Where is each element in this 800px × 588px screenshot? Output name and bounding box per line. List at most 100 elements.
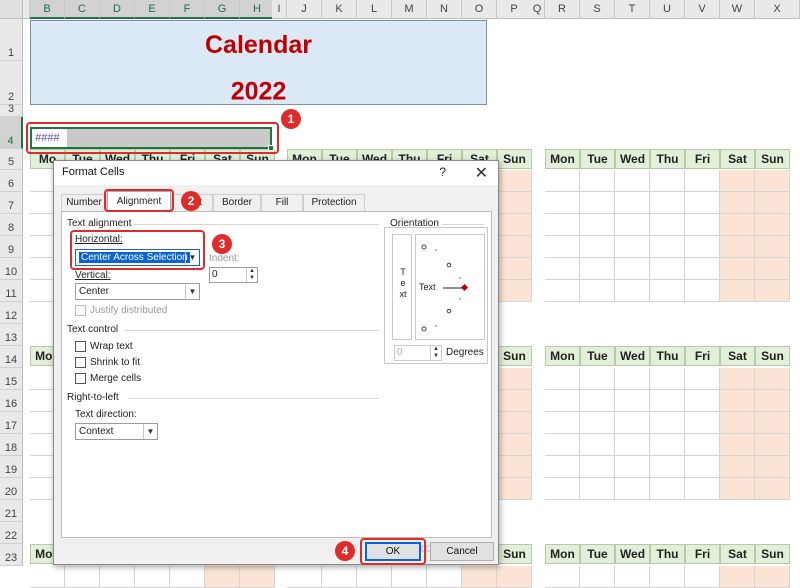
row-header-7[interactable]: 7 bbox=[0, 192, 23, 214]
date-cell[interactable] bbox=[615, 170, 650, 192]
date-cell[interactable] bbox=[685, 434, 720, 456]
date-cell[interactable] bbox=[615, 566, 650, 588]
degrees-spinner[interactable]: 0 ▲ ▼ bbox=[394, 345, 442, 361]
spin-up-icon[interactable]: ▲ bbox=[430, 346, 441, 353]
date-cell[interactable] bbox=[720, 214, 755, 236]
date-cell[interactable] bbox=[497, 258, 532, 280]
row-header-19[interactable]: 19 bbox=[0, 456, 23, 478]
date-cell[interactable] bbox=[650, 566, 685, 588]
row-header-14[interactable]: 14 bbox=[0, 346, 23, 368]
date-cell[interactable] bbox=[322, 566, 357, 588]
date-cell[interactable] bbox=[650, 280, 685, 302]
column-header-w[interactable]: W bbox=[720, 0, 755, 19]
date-cell[interactable] bbox=[755, 236, 790, 258]
date-cell[interactable] bbox=[580, 258, 615, 280]
row-header-8[interactable]: 8 bbox=[0, 214, 23, 236]
row-header-12[interactable]: 12 bbox=[0, 302, 23, 324]
date-cell[interactable] bbox=[545, 258, 580, 280]
date-cell[interactable] bbox=[650, 192, 685, 214]
date-cell[interactable] bbox=[615, 192, 650, 214]
wrap-text-checkbox[interactable] bbox=[75, 341, 86, 352]
date-cell[interactable] bbox=[580, 170, 615, 192]
date-cell[interactable] bbox=[497, 434, 532, 456]
date-cell[interactable] bbox=[615, 456, 650, 478]
date-cell[interactable] bbox=[755, 258, 790, 280]
column-header-r[interactable]: R bbox=[545, 0, 580, 19]
column-header-e[interactable]: E bbox=[135, 0, 170, 19]
column-header-f[interactable]: F bbox=[170, 0, 205, 19]
date-cell[interactable] bbox=[392, 566, 427, 588]
row-header-13[interactable]: 13 bbox=[0, 324, 23, 346]
date-cell[interactable] bbox=[755, 192, 790, 214]
row-header-18[interactable]: 18 bbox=[0, 434, 23, 456]
date-cell[interactable] bbox=[650, 170, 685, 192]
tab-protection[interactable]: Protection bbox=[303, 194, 365, 211]
row-header-20[interactable]: 20 bbox=[0, 478, 23, 500]
date-cell[interactable] bbox=[580, 280, 615, 302]
date-cell[interactable] bbox=[615, 258, 650, 280]
date-cell[interactable] bbox=[497, 390, 532, 412]
date-cell[interactable] bbox=[650, 456, 685, 478]
row-header-1[interactable]: 1 bbox=[0, 19, 23, 61]
date-cell[interactable] bbox=[615, 214, 650, 236]
spin-down-icon[interactable]: ▼ bbox=[430, 353, 441, 360]
spin-up-icon[interactable]: ▲ bbox=[246, 268, 257, 275]
date-cell[interactable] bbox=[497, 192, 532, 214]
close-icon[interactable]: ✕ bbox=[475, 163, 488, 183]
date-cell[interactable] bbox=[615, 412, 650, 434]
merge-cells-checkbox[interactable] bbox=[75, 373, 86, 384]
date-cell[interactable] bbox=[615, 478, 650, 500]
column-header-d[interactable]: D bbox=[100, 0, 135, 19]
date-cell[interactable] bbox=[545, 236, 580, 258]
date-cell[interactable] bbox=[720, 434, 755, 456]
date-cell[interactable] bbox=[755, 280, 790, 302]
date-cell[interactable] bbox=[615, 368, 650, 390]
row-header-11[interactable]: 11 bbox=[0, 280, 23, 302]
date-cell[interactable] bbox=[205, 566, 240, 588]
date-cell[interactable] bbox=[497, 214, 532, 236]
column-header-g[interactable]: G bbox=[205, 0, 240, 19]
date-cell[interactable] bbox=[497, 412, 532, 434]
row-header-9[interactable]: 9 bbox=[0, 236, 23, 258]
date-cell[interactable] bbox=[545, 192, 580, 214]
date-cell[interactable] bbox=[545, 478, 580, 500]
column-header-s[interactable]: S bbox=[580, 0, 615, 19]
date-cell[interactable] bbox=[497, 566, 532, 588]
date-cell[interactable] bbox=[720, 258, 755, 280]
date-cell[interactable] bbox=[650, 390, 685, 412]
date-cell[interactable] bbox=[427, 566, 462, 588]
date-cell[interactable] bbox=[650, 214, 685, 236]
calendar-title-box[interactable]: Calendar 2022 bbox=[30, 20, 487, 105]
date-cell[interactable] bbox=[685, 192, 720, 214]
date-cell[interactable] bbox=[65, 566, 100, 588]
date-cell[interactable] bbox=[545, 368, 580, 390]
date-cell[interactable] bbox=[650, 236, 685, 258]
date-cell[interactable] bbox=[30, 566, 65, 588]
date-cell[interactable] bbox=[650, 434, 685, 456]
column-header-t[interactable]: T bbox=[615, 0, 650, 19]
vertical-select[interactable]: Center ▼ bbox=[75, 283, 200, 300]
indent-spinner[interactable]: 0 ▲ ▼ bbox=[209, 267, 258, 283]
orientation-dial[interactable]: Text bbox=[415, 234, 485, 340]
date-cell[interactable] bbox=[135, 566, 170, 588]
date-cell[interactable] bbox=[580, 236, 615, 258]
date-cell[interactable] bbox=[720, 236, 755, 258]
row-header-22[interactable]: 22 bbox=[0, 522, 23, 544]
spin-down-icon[interactable]: ▼ bbox=[246, 275, 257, 282]
date-cell[interactable] bbox=[615, 280, 650, 302]
date-cell[interactable] bbox=[685, 566, 720, 588]
date-cell[interactable] bbox=[685, 258, 720, 280]
date-cell[interactable] bbox=[685, 368, 720, 390]
row-header-4[interactable]: 4 bbox=[0, 117, 23, 149]
date-cell[interactable] bbox=[720, 566, 755, 588]
column-header-p[interactable]: P bbox=[497, 0, 532, 19]
date-cell[interactable] bbox=[545, 412, 580, 434]
date-cell[interactable] bbox=[580, 192, 615, 214]
date-cell[interactable] bbox=[720, 170, 755, 192]
row-header-16[interactable]: 16 bbox=[0, 390, 23, 412]
date-cell[interactable] bbox=[287, 566, 322, 588]
date-cell[interactable] bbox=[685, 214, 720, 236]
date-cell[interactable] bbox=[720, 192, 755, 214]
date-cell[interactable] bbox=[170, 566, 205, 588]
date-cell[interactable] bbox=[755, 170, 790, 192]
